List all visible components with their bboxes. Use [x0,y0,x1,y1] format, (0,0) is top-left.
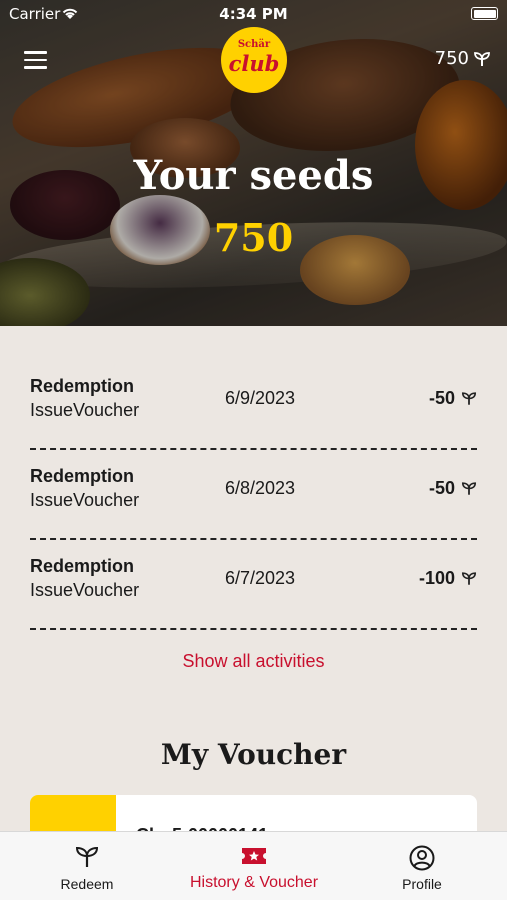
voucher-section-heading: My Voucher [160,738,347,771]
seed-total: 750 [213,215,294,260]
activity-amount: -50 [429,388,477,409]
activity-subtype: IssueVoucher [30,490,140,510]
schaer-club-logo: Schär club [221,27,287,93]
menu-icon[interactable] [24,51,47,69]
activity-date: 6/8/2023 [225,478,296,498]
activity-type: Redemption [30,556,135,576]
activity-amount: -100 [419,568,477,589]
status-bar: Carrier 4:34 PM [0,0,507,28]
activity-date: 6/7/2023 [225,568,296,588]
sprout-icon [461,392,477,405]
clock: 4:34 PM [219,5,288,23]
activity-row[interactable]: Redemption IssueVoucher 6/8/2023 -50 [30,450,477,540]
activity-row[interactable]: Redemption IssueVoucher 6/9/2023 -50 [30,360,477,450]
ticket-icon [242,848,266,864]
activity-amount-value: -50 [428,388,455,408]
profile-icon [409,845,435,871]
activity-list: Redemption IssueVoucher 6/9/2023 -50 Red… [30,360,477,630]
logo-brand-text: Schär [237,39,271,50]
activity-subtype: IssueVoucher [30,580,140,600]
activity-amount: -50 [429,478,477,499]
tab-redeem-label: Redeem [60,876,114,892]
bottom-tab-bar: Redeem History & Voucher Profile [0,831,507,900]
sprout-icon [461,482,477,495]
tab-profile-label: Profile [402,876,442,892]
activity-type: Redemption [30,376,135,396]
activity-amount-value: -50 [428,478,455,498]
battery-icon [471,7,498,20]
show-all-activities-link[interactable]: Show all activities [0,651,507,672]
tab-profile[interactable]: Profile [362,832,482,900]
hero-banner: Carrier 4:34 PM Schär club 750 Your seed… [0,0,507,326]
tab-redeem[interactable]: Redeem [27,832,147,900]
logo-club-text: club [228,51,280,76]
activity-row[interactable]: Redemption IssueVoucher 6/7/2023 -100 [30,540,477,630]
activity-amount-value: -100 [418,568,455,588]
sprout-icon [474,51,490,66]
activity-type: Redemption [30,466,135,486]
activity-date: 6/9/2023 [225,388,296,408]
header-balance-value: 750 [434,48,469,69]
activity-subtype: IssueVoucher [30,400,140,420]
tab-history-voucher-label: History & Voucher [189,874,319,891]
header-seed-balance: 750 [435,48,491,69]
sprout-icon [461,572,477,585]
sprout-icon [75,846,99,867]
tab-history-voucher[interactable]: History & Voucher [174,832,334,900]
page-title: Your seeds [133,152,374,199]
